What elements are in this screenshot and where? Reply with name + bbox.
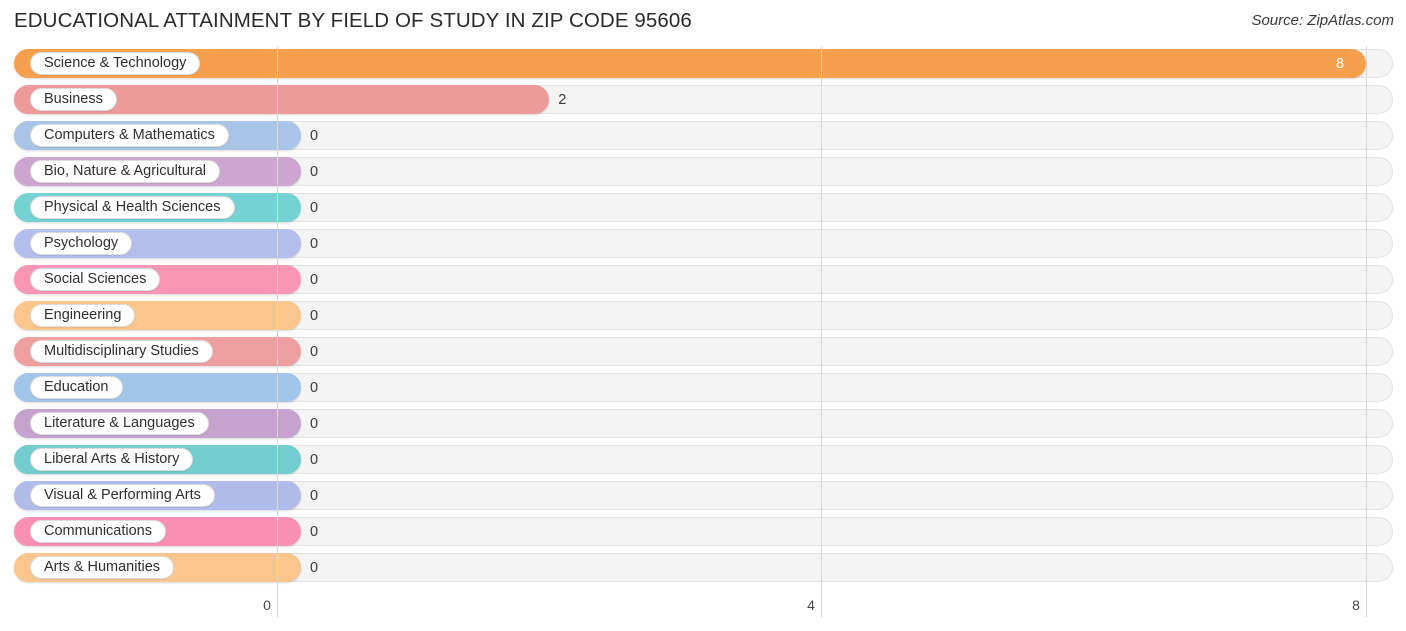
value-label: 2 [558,92,567,108]
value-label: 0 [310,236,319,252]
chart-row: Physical & Health Sciences 0 [0,190,1406,226]
axis-tick-label: 4 [807,597,815,613]
gridline-4 [821,46,822,595]
axis-tick-mark [277,595,278,617]
category-label-capsule: Visual & Performing Arts [30,484,215,507]
category-label-capsule: Liberal Arts & History [30,448,194,471]
value-label: 0 [310,344,319,360]
category-label: Computers & Mathematics [44,127,215,144]
category-label: Literature & Languages [44,415,195,432]
chart-row: Business 2 [0,82,1406,118]
value-bar[interactable] [14,49,1366,78]
value-label: 0 [310,308,319,324]
category-label-capsule: Science & Technology [30,52,201,75]
page-title: EDUCATIONAL ATTAINMENT BY FIELD OF STUDY… [14,9,692,32]
category-label-capsule: Physical & Health Sciences [30,196,235,219]
value-label: 0 [310,164,319,180]
value-label: 0 [310,380,319,396]
value-label: 0 [310,200,319,216]
category-label: Visual & Performing Arts [44,487,201,504]
chart-row: Visual & Performing Arts 0 [0,478,1406,514]
category-label: Multidisciplinary Studies [44,343,199,360]
chart-row: Arts & Humanities 0 [0,550,1406,586]
category-label-capsule: Social Sciences [30,268,161,291]
chart-page: EDUCATIONAL ATTAINMENT BY FIELD OF STUDY… [0,0,1406,631]
category-label: Liberal Arts & History [44,451,180,468]
bar-rows: Science & Technology 8 Business 2 Computers … [0,46,1406,586]
value-label: 0 [310,524,319,540]
value-label: 0 [310,416,319,432]
gridline-8 [1366,46,1367,595]
category-label-capsule: Bio, Nature & Agricultural [30,160,220,183]
category-label: Communications [44,523,152,540]
category-label: Business [44,91,103,108]
chart-row: Science & Technology 8 [0,46,1406,82]
category-label-capsule: Psychology [30,232,133,255]
value-label: 0 [310,128,319,144]
category-label-capsule: Engineering [30,304,136,327]
category-label: Education [44,379,109,396]
x-axis: 0 4 8 [0,595,1406,631]
chart-row: Psychology 0 [0,226,1406,262]
source-attribution: Source: ZipAtlas.com [1251,12,1394,29]
category-label: Physical & Health Sciences [44,199,221,216]
category-label: Engineering [44,307,122,324]
category-label: Psychology [44,235,119,252]
category-label-capsule: Arts & Humanities [30,556,175,579]
gridline-0 [277,46,278,595]
category-label-capsule: Literature & Languages [30,412,209,435]
category-label: Bio, Nature & Agricultural [44,163,206,180]
category-label-capsule: Multidisciplinary Studies [30,340,213,363]
axis-tick-mark [1366,595,1367,617]
chart-row: Multidisciplinary Studies 0 [0,334,1406,370]
chart-header: EDUCATIONAL ATTAINMENT BY FIELD OF STUDY… [0,0,1406,46]
value-label: 8 [1336,56,1345,72]
category-label: Science & Technology [44,55,187,72]
chart-row: Social Sciences 0 [0,262,1406,298]
chart-row: Liberal Arts & History 0 [0,442,1406,478]
plot-area: Science & Technology 8 Business 2 Computers … [0,46,1406,595]
chart-row: Computers & Mathematics 0 [0,118,1406,154]
value-label: 0 [310,488,319,504]
axis-tick-label: 0 [263,597,271,613]
chart-row: Education 0 [0,370,1406,406]
value-label: 0 [310,560,319,576]
value-label: 0 [310,272,319,288]
category-label-capsule: Education [30,376,123,399]
category-label-capsule: Business [30,88,117,111]
category-label: Arts & Humanities [44,559,161,576]
category-label: Social Sciences [44,271,147,288]
axis-tick-label: 8 [1352,597,1360,613]
category-label-capsule: Communications [30,520,166,543]
category-label-capsule: Computers & Mathematics [30,124,229,147]
chart-row: Bio, Nature & Agricultural 0 [0,154,1406,190]
axis-tick-mark [821,595,822,617]
chart-row: Communications 0 [0,514,1406,550]
chart-row: Literature & Languages 0 [0,406,1406,442]
chart-row: Engineering 0 [0,298,1406,334]
value-label: 0 [310,452,319,468]
